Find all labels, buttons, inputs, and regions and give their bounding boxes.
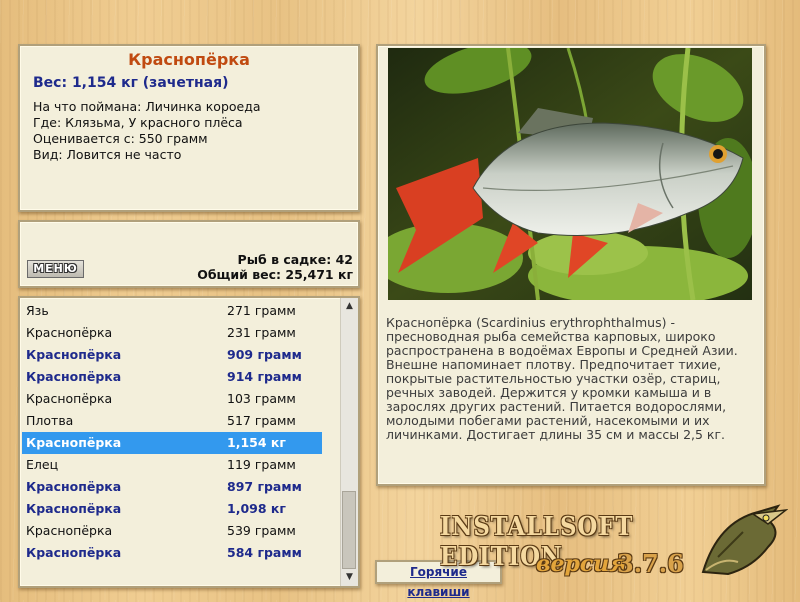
list-item[interactable]: Краснопёрка 1,098 кг [22, 498, 322, 520]
fish-title: Краснопёрка [128, 50, 250, 69]
list-item-fish: Краснопёрка [26, 545, 122, 560]
list-item-weight: 1,154 кг [227, 435, 286, 450]
list-item-selected[interactable]: Краснопёрка 1,154 кг [22, 432, 322, 454]
scrollbar[interactable]: ▲ ▼ [340, 298, 358, 586]
list-item[interactable]: Краснопёрка 897 грамм [22, 476, 322, 498]
list-item-fish: Краснопёрка [26, 501, 122, 516]
list-item[interactable]: Краснопёрка 914 грамм [22, 366, 322, 388]
total-weight: Общий вес: 25,471 кг [197, 267, 353, 282]
menu-button[interactable]: МЕНЮ [27, 260, 84, 278]
pike-logo-icon [701, 504, 788, 576]
fish-details: На что поймана: Личинка короеда Где: Кля… [33, 99, 358, 163]
list-item[interactable]: Краснопёрка 909 грамм [22, 344, 322, 366]
list-item-fish: Елец [26, 457, 59, 472]
list-item-weight: 909 грамм [227, 347, 302, 362]
list-item-weight: 897 грамм [227, 479, 302, 494]
list-item-fish: Краснопёрка [26, 347, 122, 362]
list-item-weight: 103 грамм [227, 391, 296, 406]
list-item-weight: 584 грамм [227, 545, 302, 560]
fish-detail-panel: Краснопёрка (Scardinius erythrophthalmus… [376, 44, 766, 486]
list-item-weight: 1,098 кг [227, 501, 286, 516]
scroll-down-icon[interactable]: ▼ [341, 569, 358, 586]
fish-description: Краснопёрка (Scardinius erythrophthalmus… [386, 315, 738, 442]
fish-photo [388, 48, 752, 300]
fish-count: Рыб в садке: 42 [237, 252, 353, 267]
list-item-fish: Плотва [26, 413, 74, 428]
fish-info-panel: Краснопёрка Вес: 1,154 кг (зачетная) На … [18, 44, 360, 212]
detail-location: Где: Клязьма, У красного плёса [33, 115, 243, 130]
list-item[interactable]: Краснопёрка 539 грамм [22, 520, 322, 542]
list-item[interactable]: Плотва 517 грамм [22, 410, 322, 432]
list-item-weight: 271 грамм [227, 303, 296, 318]
list-item[interactable]: Краснопёрка 103 грамм [22, 388, 322, 410]
detail-rarity: Вид: Ловится не часто [33, 147, 182, 162]
list-item-weight: 539 грамм [227, 523, 296, 538]
detail-bait: На что поймана: Личинка короеда [33, 99, 261, 114]
list-item-fish: Краснопёрка [26, 435, 122, 450]
list-item[interactable]: Язь 271 грамм [22, 300, 322, 322]
list-item-fish: Краснопёрка [26, 523, 113, 538]
list-item-fish: Язь [26, 303, 49, 318]
detail-threshold: Оценивается с: 550 грамм [33, 131, 208, 146]
list-item-fish: Краснопёрка [26, 369, 122, 384]
list-item-weight: 231 грамм [227, 325, 296, 340]
stats-panel: МЕНЮ Рыб в садке: 42 Общий вес: 25,471 к… [18, 220, 360, 288]
list-item[interactable]: Краснопёрка 584 грамм [22, 542, 322, 564]
fish-weight: Вес: 1,154 кг (зачетная) [33, 75, 229, 91]
catch-list[interactable]: Язь 271 грамм Краснопёрка 231 грамм Краснопё… [18, 296, 360, 588]
version-number: 3.7.6 [617, 549, 684, 578]
scroll-up-icon[interactable]: ▲ [341, 298, 358, 315]
rudd-photo-icon [388, 48, 752, 300]
list-item-fish: Краснопёрка [26, 325, 113, 340]
list-item-fish: Краснопёрка [26, 479, 122, 494]
list-item-weight: 119 грамм [227, 457, 296, 472]
list-item-fish: Краснопёрка [26, 391, 113, 406]
scroll-thumb[interactable] [342, 491, 356, 569]
list-item-weight: 914 грамм [227, 369, 302, 384]
list-item-weight: 517 грамм [227, 413, 296, 428]
version-label: версия [536, 551, 627, 577]
list-item[interactable]: Елец 119 грамм [22, 454, 322, 476]
list-item[interactable]: Краснопёрка 231 грамм [22, 322, 322, 344]
